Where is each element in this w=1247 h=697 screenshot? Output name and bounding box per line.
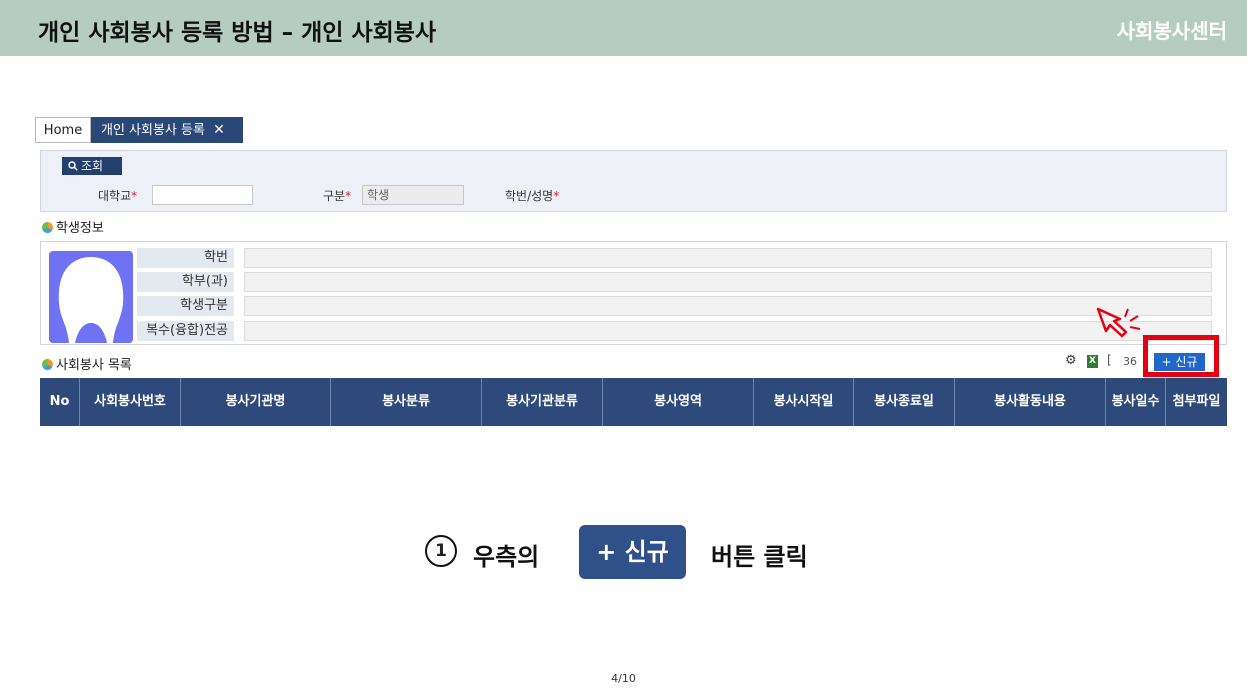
row-label-student-id: 학번 [137, 248, 234, 268]
person-icon [58, 257, 124, 343]
volunteer-grid-header: No 사회봉사번호 봉사기관명 봉사분류 봉사기관분류 봉사영역 봉사시작일 봉… [40, 378, 1227, 426]
row-value-double-major [244, 321, 1212, 341]
column-header[interactable]: 봉사기관분류 [482, 378, 603, 426]
search-icon [68, 161, 78, 171]
count-bracket: [ [1107, 353, 1112, 367]
column-header[interactable]: 사회봉사번호 [80, 378, 181, 426]
highlight-box [1143, 335, 1219, 377]
search-button-label: 조회 [81, 159, 104, 173]
column-header[interactable]: 봉사영역 [603, 378, 754, 426]
slide-header: 개인 사회봉사 등록 방법 – 개인 사회봉사 사회봉사센터 [0, 0, 1247, 56]
column-header[interactable]: No [40, 378, 80, 426]
avatar [49, 251, 133, 343]
tab-home[interactable]: Home [35, 117, 91, 143]
row-value-student-type [244, 296, 1212, 316]
slide-title: 개인 사회봉사 등록 방법 – 개인 사회봉사 [38, 20, 437, 46]
tab-volunteer-register[interactable]: 개인 사회봉사 등록 ✕ [91, 117, 243, 143]
step-number: 1 [425, 535, 457, 567]
type-label: 구분* [323, 189, 352, 203]
column-header[interactable]: 첨부파일 [1166, 378, 1227, 426]
column-header[interactable]: 봉사활동내용 [955, 378, 1106, 426]
pointer-icon [1096, 307, 1141, 338]
student-info-panel: 학번 학부(과) 학생구분 복수(융합)전공 [40, 241, 1227, 345]
row-label-double-major: 복수(융합)전공 [137, 321, 234, 341]
record-count: 36 [1123, 355, 1137, 368]
section-icon [42, 222, 53, 233]
volunteer-list-title: 사회봉사 목록 [42, 354, 132, 373]
search-panel: 조회 대학교* 구분* 학생 학번/성명* [40, 150, 1227, 212]
page-number: 4/10 [611, 672, 636, 685]
row-label-student-type: 학생구분 [137, 296, 234, 316]
univ-label: 대학교* [98, 189, 138, 203]
id-label: 학번/성명* [505, 189, 560, 203]
column-header[interactable]: 봉사시작일 [754, 378, 854, 426]
column-header[interactable]: 봉사일수 [1106, 378, 1166, 426]
gear-icon[interactable]: ⚙ [1065, 353, 1077, 368]
instruction-suffix: 버튼 클릭 [711, 543, 808, 571]
excel-icon[interactable]: X [1087, 355, 1098, 368]
row-label-department: 학부(과) [137, 272, 234, 292]
instruction: 1 우측의 + 신규 버튼 클릭 [0, 524, 1247, 580]
section-icon [42, 359, 53, 370]
instruction-button-sample: + 신규 [579, 525, 686, 579]
close-icon[interactable]: ✕ [213, 122, 225, 138]
search-button[interactable]: 조회 [62, 157, 122, 175]
brand-label: 사회봉사센터 [1116, 19, 1227, 43]
student-info-title: 학생정보 [42, 217, 104, 236]
column-header[interactable]: 봉사종료일 [854, 378, 955, 426]
univ-field[interactable] [152, 185, 253, 205]
row-value-student-id [244, 248, 1212, 268]
instruction-prefix: 우측의 [473, 543, 540, 571]
tab-label: 개인 사회봉사 등록 [101, 123, 205, 138]
column-header[interactable]: 봉사기관명 [181, 378, 331, 426]
row-value-department [244, 272, 1212, 292]
column-header[interactable]: 봉사분류 [331, 378, 482, 426]
type-field[interactable]: 학생 [362, 185, 464, 205]
